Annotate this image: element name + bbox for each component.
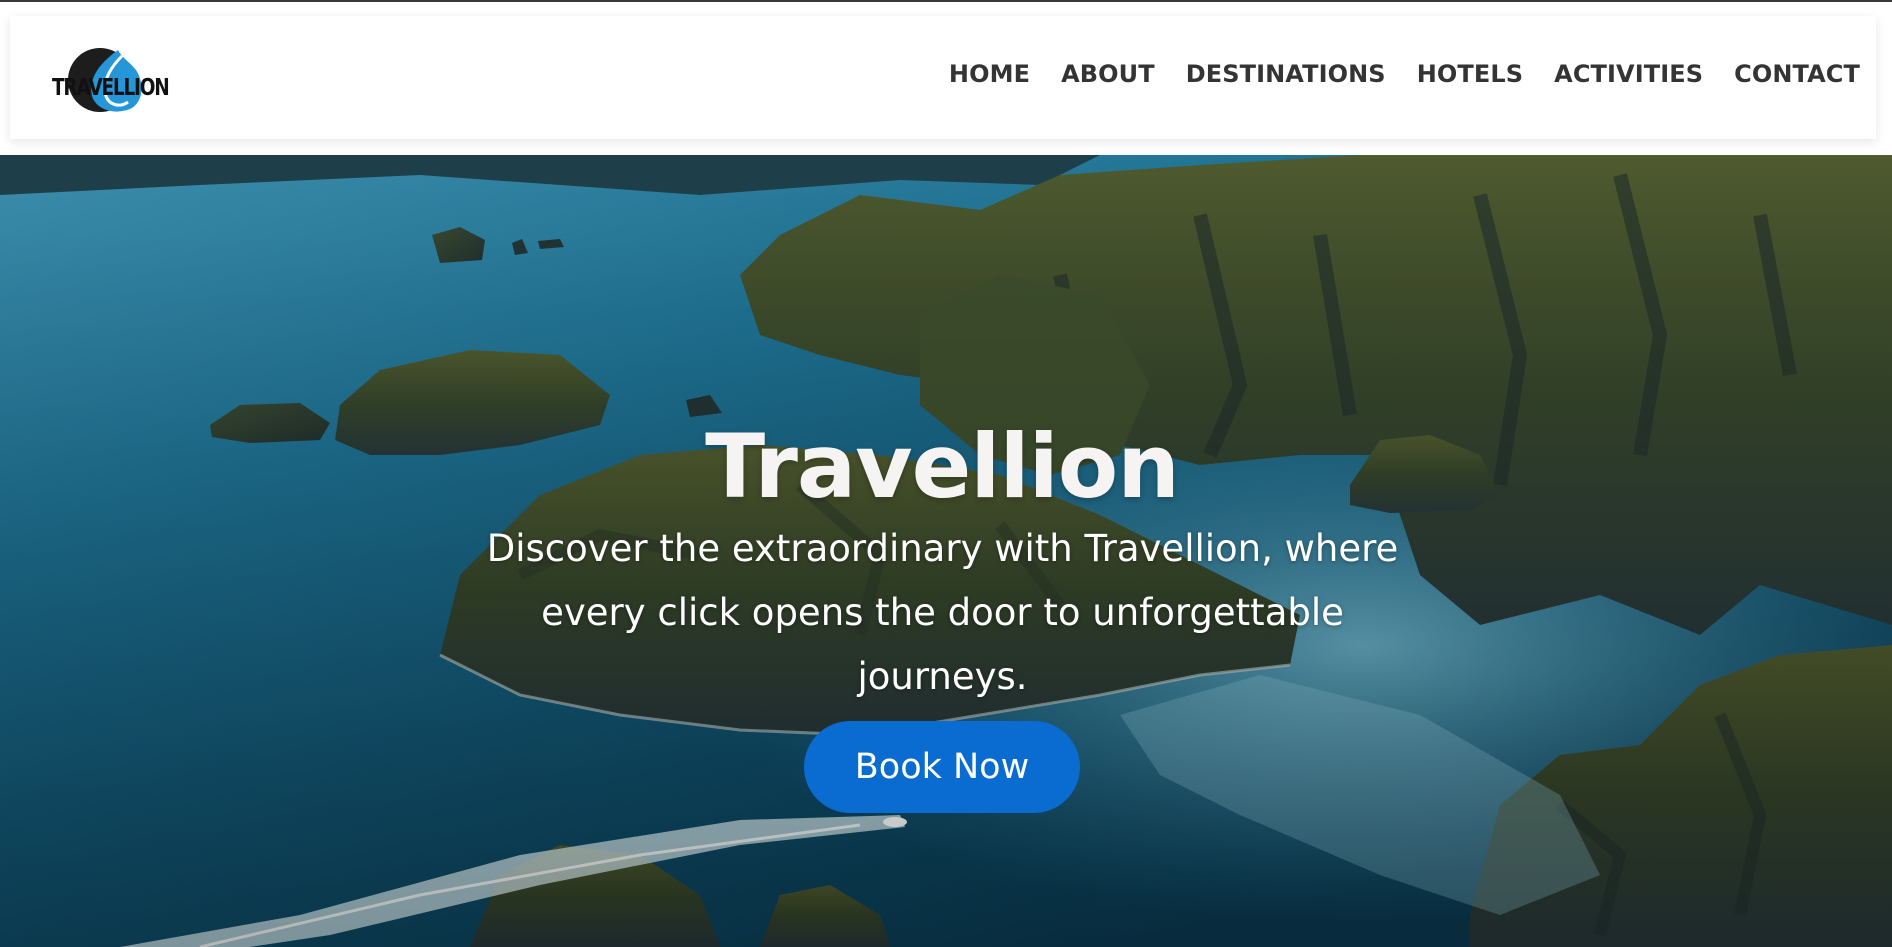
navbar: TRAVELLION HOME ABOUT DESTINATIONS HOTEL… (10, 16, 1876, 139)
nav-link-activities[interactable]: ACTIVITIES (1554, 60, 1703, 88)
top-border (0, 0, 1892, 2)
hero-title: Travellion (705, 415, 1180, 518)
nav-link-home[interactable]: HOME (949, 60, 1030, 88)
nav-link-about[interactable]: ABOUT (1061, 60, 1155, 88)
logo-text: TRAVELLION (52, 75, 170, 102)
hero-section: Travellion Discover the extraordinary wi… (0, 155, 1892, 947)
nav-link-hotels[interactable]: HOTELS (1417, 60, 1523, 88)
nav-link-destinations[interactable]: DESTINATIONS (1186, 60, 1386, 88)
nav-menu: HOME ABOUT DESTINATIONS HOTELS ACTIVITIE… (949, 60, 1860, 88)
hero-content: Travellion Discover the extraordinary wi… (0, 155, 1892, 947)
logo[interactable]: TRAVELLION (40, 38, 180, 123)
nav-link-contact[interactable]: CONTACT (1734, 60, 1860, 88)
hero-subtitle: Discover the extraordinary with Travelli… (486, 527, 1399, 698)
book-now-button[interactable]: Book Now (804, 721, 1080, 813)
